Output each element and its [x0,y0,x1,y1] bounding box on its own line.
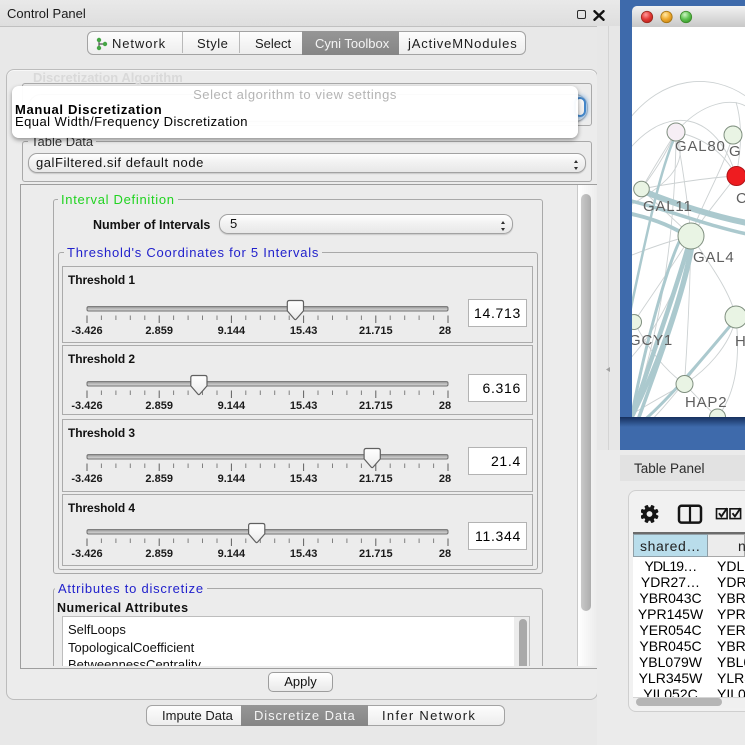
svg-text:G: G [729,143,741,160]
svg-text:15.43: 15.43 [290,473,318,485]
svg-text:21.715: 21.715 [359,473,393,485]
svg-text:15.43: 15.43 [290,325,318,337]
svg-text:2.859: 2.859 [145,400,173,412]
svg-text:21.715: 21.715 [359,400,393,412]
svg-text:9.144: 9.144 [218,325,246,337]
svg-text:28: 28 [439,473,451,485]
svg-text:9.144: 9.144 [218,473,246,485]
svg-text:28: 28 [439,325,451,337]
svg-text:GAL80: GAL80 [675,138,726,155]
svg-text:GCY1: GCY1 [632,332,673,349]
svg-text:-3.426: -3.426 [71,400,102,412]
svg-text:H: H [735,333,745,350]
svg-text:GAL4: GAL4 [693,249,735,266]
svg-text:2.859: 2.859 [145,473,173,485]
svg-text:2.859: 2.859 [145,548,173,560]
svg-text:HAP2: HAP2 [685,394,727,411]
svg-text:21.715: 21.715 [359,548,393,560]
svg-text:2.859: 2.859 [145,325,173,337]
svg-text:GAL11: GAL11 [643,198,693,215]
svg-text:9.144: 9.144 [218,400,246,412]
svg-text:-3.426: -3.426 [71,548,102,560]
svg-text:C: C [736,190,745,207]
svg-text:9.144: 9.144 [218,548,246,560]
svg-text:-3.426: -3.426 [71,473,102,485]
svg-text:28: 28 [439,400,451,412]
svg-text:28: 28 [439,548,451,560]
svg-text:15.43: 15.43 [290,400,318,412]
svg-text:15.43: 15.43 [290,548,318,560]
svg-text:21.715: 21.715 [359,325,393,337]
svg-text:-3.426: -3.426 [71,325,102,337]
